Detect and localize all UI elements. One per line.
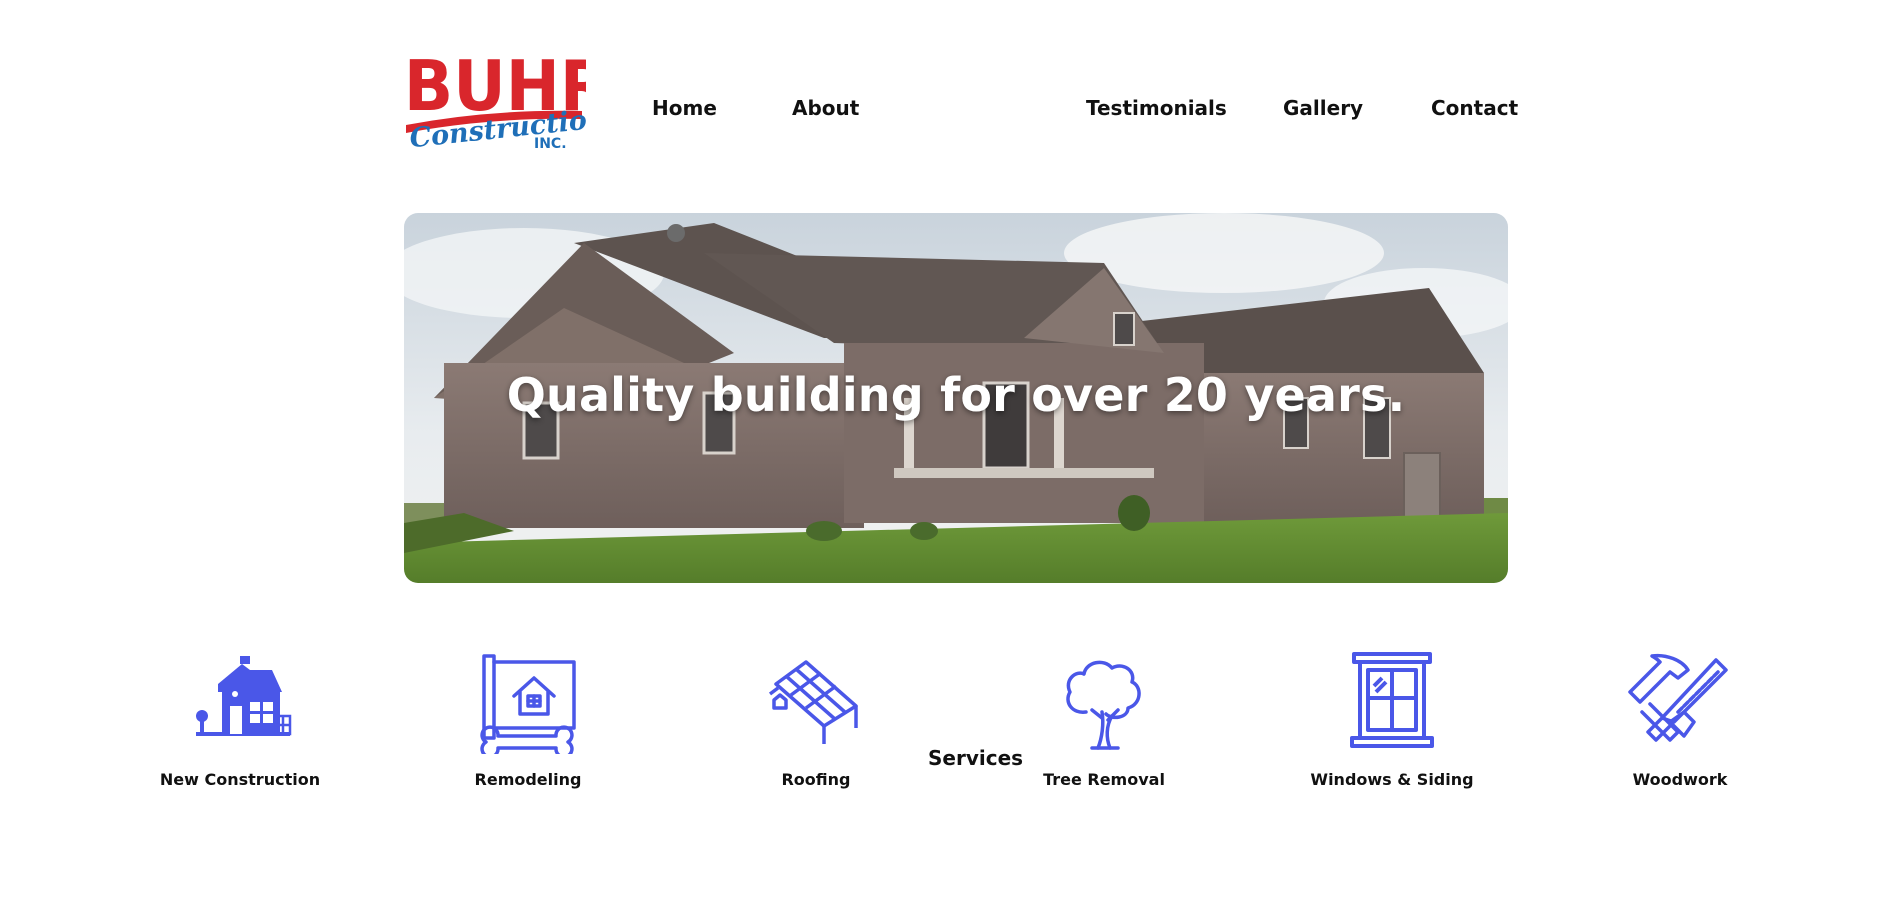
nav-about[interactable]: About bbox=[792, 93, 859, 123]
company-logo[interactable]: BUHR Construction INC. bbox=[400, 47, 586, 157]
service-label: New Construction bbox=[159, 770, 321, 789]
service-label: Windows & Siding bbox=[1310, 770, 1474, 789]
hero-title: Quality building for over 20 years. bbox=[506, 368, 1406, 422]
nav-home[interactable]: Home bbox=[652, 93, 717, 123]
tree-icon bbox=[1066, 660, 1141, 750]
service-remodeling[interactable]: Remodeling bbox=[418, 650, 638, 789]
service-label: Roofing bbox=[781, 770, 851, 789]
svg-text:INC.: INC. bbox=[534, 136, 567, 152]
house-icon bbox=[196, 656, 292, 736]
service-tree-removal[interactable]: Tree Removal bbox=[994, 650, 1214, 789]
hero-banner: Quality building for over 20 years. bbox=[404, 213, 1508, 583]
service-label: Tree Removal bbox=[1043, 770, 1165, 789]
nav-testimonials[interactable]: Testimonials bbox=[1086, 93, 1227, 123]
service-roofing[interactable]: Roofing bbox=[706, 650, 926, 789]
service-windows-siding[interactable]: Windows & Siding bbox=[1282, 650, 1502, 789]
buhr-construction-logo: BUHR Construction INC. bbox=[404, 47, 586, 154]
blueprint-wrench-icon bbox=[480, 654, 576, 754]
services-row: New Construction Remodeling Roofing Tree… bbox=[0, 650, 1904, 810]
hammer-saw-icon bbox=[1628, 653, 1728, 742]
service-woodwork[interactable]: Woodwork bbox=[1570, 650, 1790, 789]
service-label: Woodwork bbox=[1632, 770, 1728, 789]
roof-solar-icon bbox=[768, 660, 858, 744]
service-new-construction[interactable]: New Construction bbox=[130, 650, 350, 789]
window-icon bbox=[1350, 652, 1434, 748]
service-label: Remodeling bbox=[474, 770, 582, 789]
nav-contact[interactable]: Contact bbox=[1431, 93, 1518, 123]
nav-gallery[interactable]: Gallery bbox=[1283, 93, 1363, 123]
